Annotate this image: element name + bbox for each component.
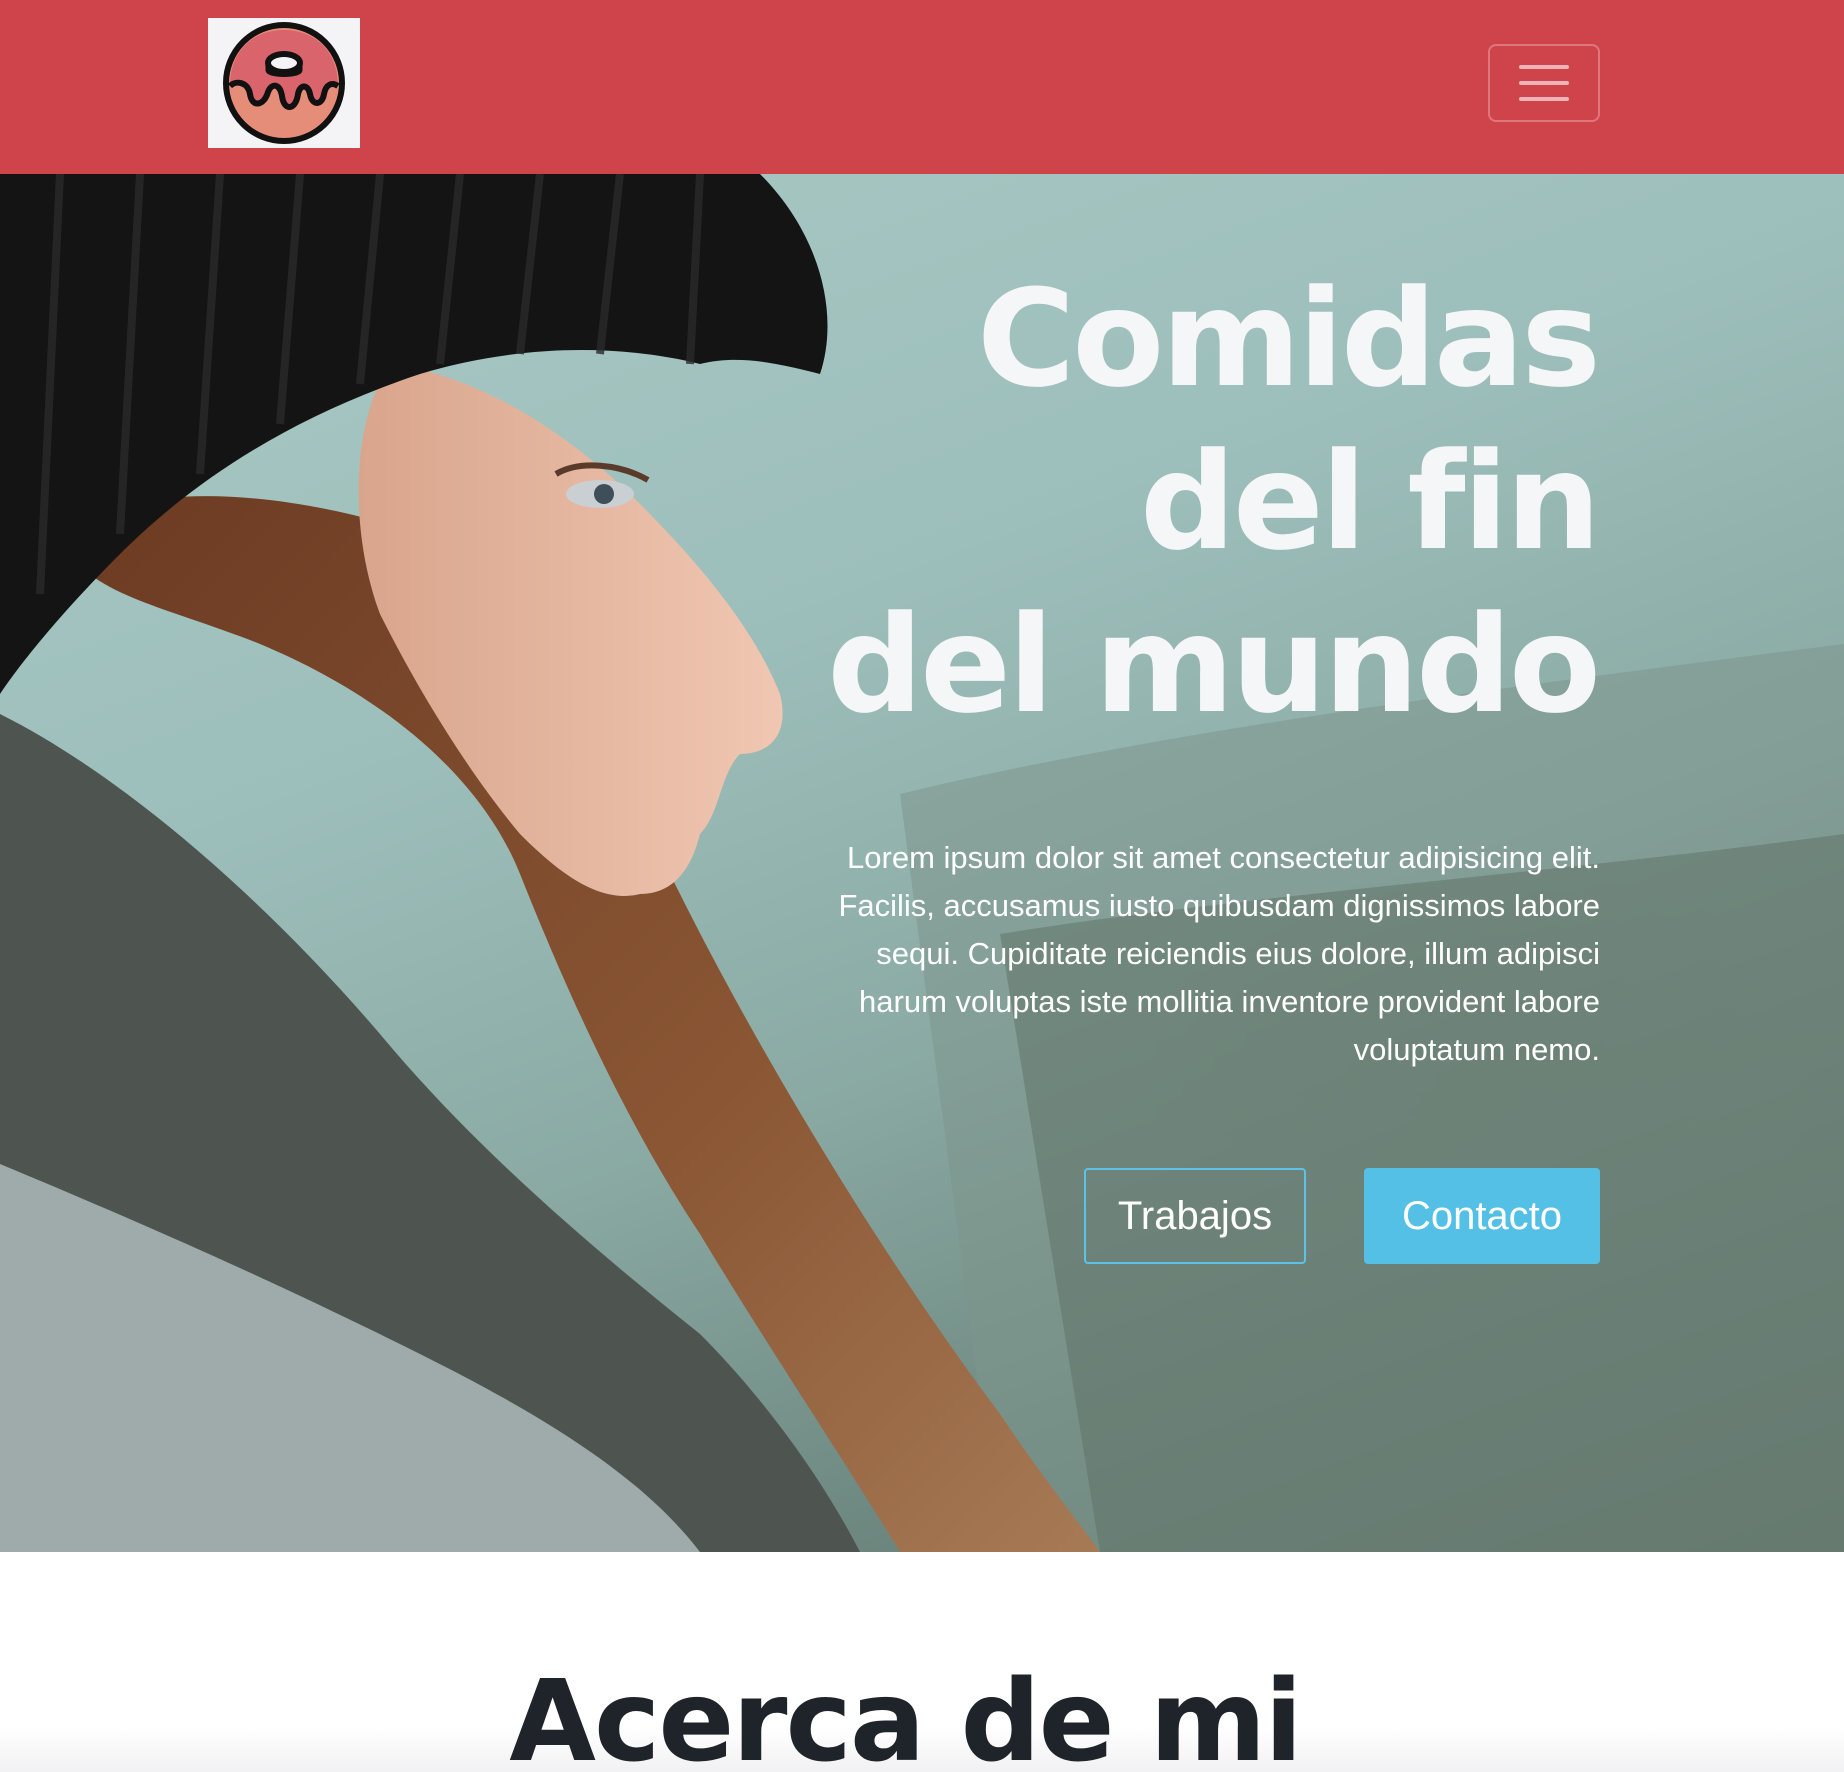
menu-toggle-button[interactable]: [1488, 44, 1600, 122]
contact-button[interactable]: Contacto: [1364, 1168, 1600, 1264]
about-section: Acerca de mi: [0, 1552, 1844, 1772]
hamburger-menu-icon-bar: [1519, 81, 1569, 85]
works-button[interactable]: Trabajos: [1084, 1168, 1306, 1264]
hero-section: Comidas del fin del mundo Lorem ipsum do…: [0, 174, 1844, 1552]
hero-description: Lorem ipsum dolor sit amet consectetur a…: [838, 840, 1600, 1067]
logo-link[interactable]: [208, 18, 360, 148]
hamburger-menu-icon: [1519, 65, 1569, 69]
navbar: [0, 0, 1844, 174]
hamburger-menu-icon-bar: [1519, 97, 1569, 101]
hero-title-line-2: del fin: [1139, 424, 1601, 580]
donut-icon: [223, 22, 345, 144]
hero-title-line-3: del mundo: [827, 587, 1601, 743]
about-title: Acerca de mi: [509, 1657, 1302, 1772]
hero-title: Comidas del fin del mundo: [698, 258, 1601, 747]
hero-title-line-1: Comidas: [976, 261, 1601, 417]
